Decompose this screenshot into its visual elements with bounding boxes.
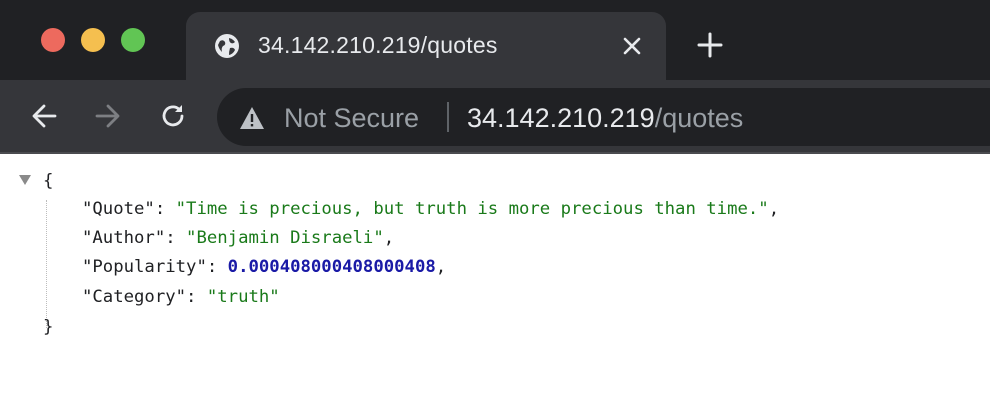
json-string-value: "Benjamin Disraeli" (186, 228, 384, 248)
json-open-brace: { (43, 171, 54, 191)
json-field-popularity: "Popularity": 0.000408000408000408, (82, 257, 447, 277)
json-field-category: "Category": "truth" (82, 287, 280, 307)
reload-icon[interactable] (159, 102, 187, 130)
tab-strip: 34.142.210.219/quotes (0, 0, 990, 80)
url-host: 34.142.210.219 (467, 103, 655, 133)
json-key: "Popularity" (82, 257, 207, 277)
arrow-left-icon[interactable] (30, 102, 58, 130)
security-status-text[interactable]: Not Secure (284, 103, 419, 134)
warning-triangle-icon[interactable] (239, 106, 265, 130)
json-string-value: "truth" (206, 287, 280, 307)
browser-toolbar: Not Secure 34.142.210.219/quotes (0, 80, 990, 152)
close-icon[interactable] (622, 36, 642, 56)
url-text[interactable]: 34.142.210.219/quotes (467, 103, 743, 134)
collapse-triangle-icon[interactable] (19, 175, 31, 185)
indent-guide (46, 200, 47, 328)
json-close-brace: } (43, 317, 54, 337)
tab-title: 34.142.210.219/quotes (258, 32, 498, 58)
json-number-value: 0.000408000408000408 (227, 257, 436, 277)
active-tab[interactable]: 34.142.210.219/quotes (186, 12, 666, 80)
address-bar[interactable]: Not Secure 34.142.210.219/quotes (217, 88, 990, 146)
json-key: "Category" (82, 287, 187, 307)
globe-icon (215, 34, 239, 58)
json-viewer: { "Quote": "Time is precious, but truth … (0, 154, 990, 406)
json-field-quote: "Quote": "Time is precious, but truth is… (82, 199, 780, 219)
json-field-author: "Author": "Benjamin Disraeli", (82, 228, 395, 248)
window-close-button[interactable] (41, 28, 65, 52)
window-minimize-button[interactable] (81, 28, 105, 52)
json-string-value: "Time is precious, but truth is more pre… (175, 199, 769, 219)
window-zoom-button[interactable] (121, 28, 145, 52)
json-key: "Author" (82, 228, 166, 248)
plus-icon[interactable] (697, 32, 723, 58)
arrow-right-icon[interactable] (94, 102, 122, 130)
json-key: "Quote" (82, 199, 155, 219)
omnibox-divider (447, 102, 449, 132)
url-path: /quotes (654, 103, 744, 133)
